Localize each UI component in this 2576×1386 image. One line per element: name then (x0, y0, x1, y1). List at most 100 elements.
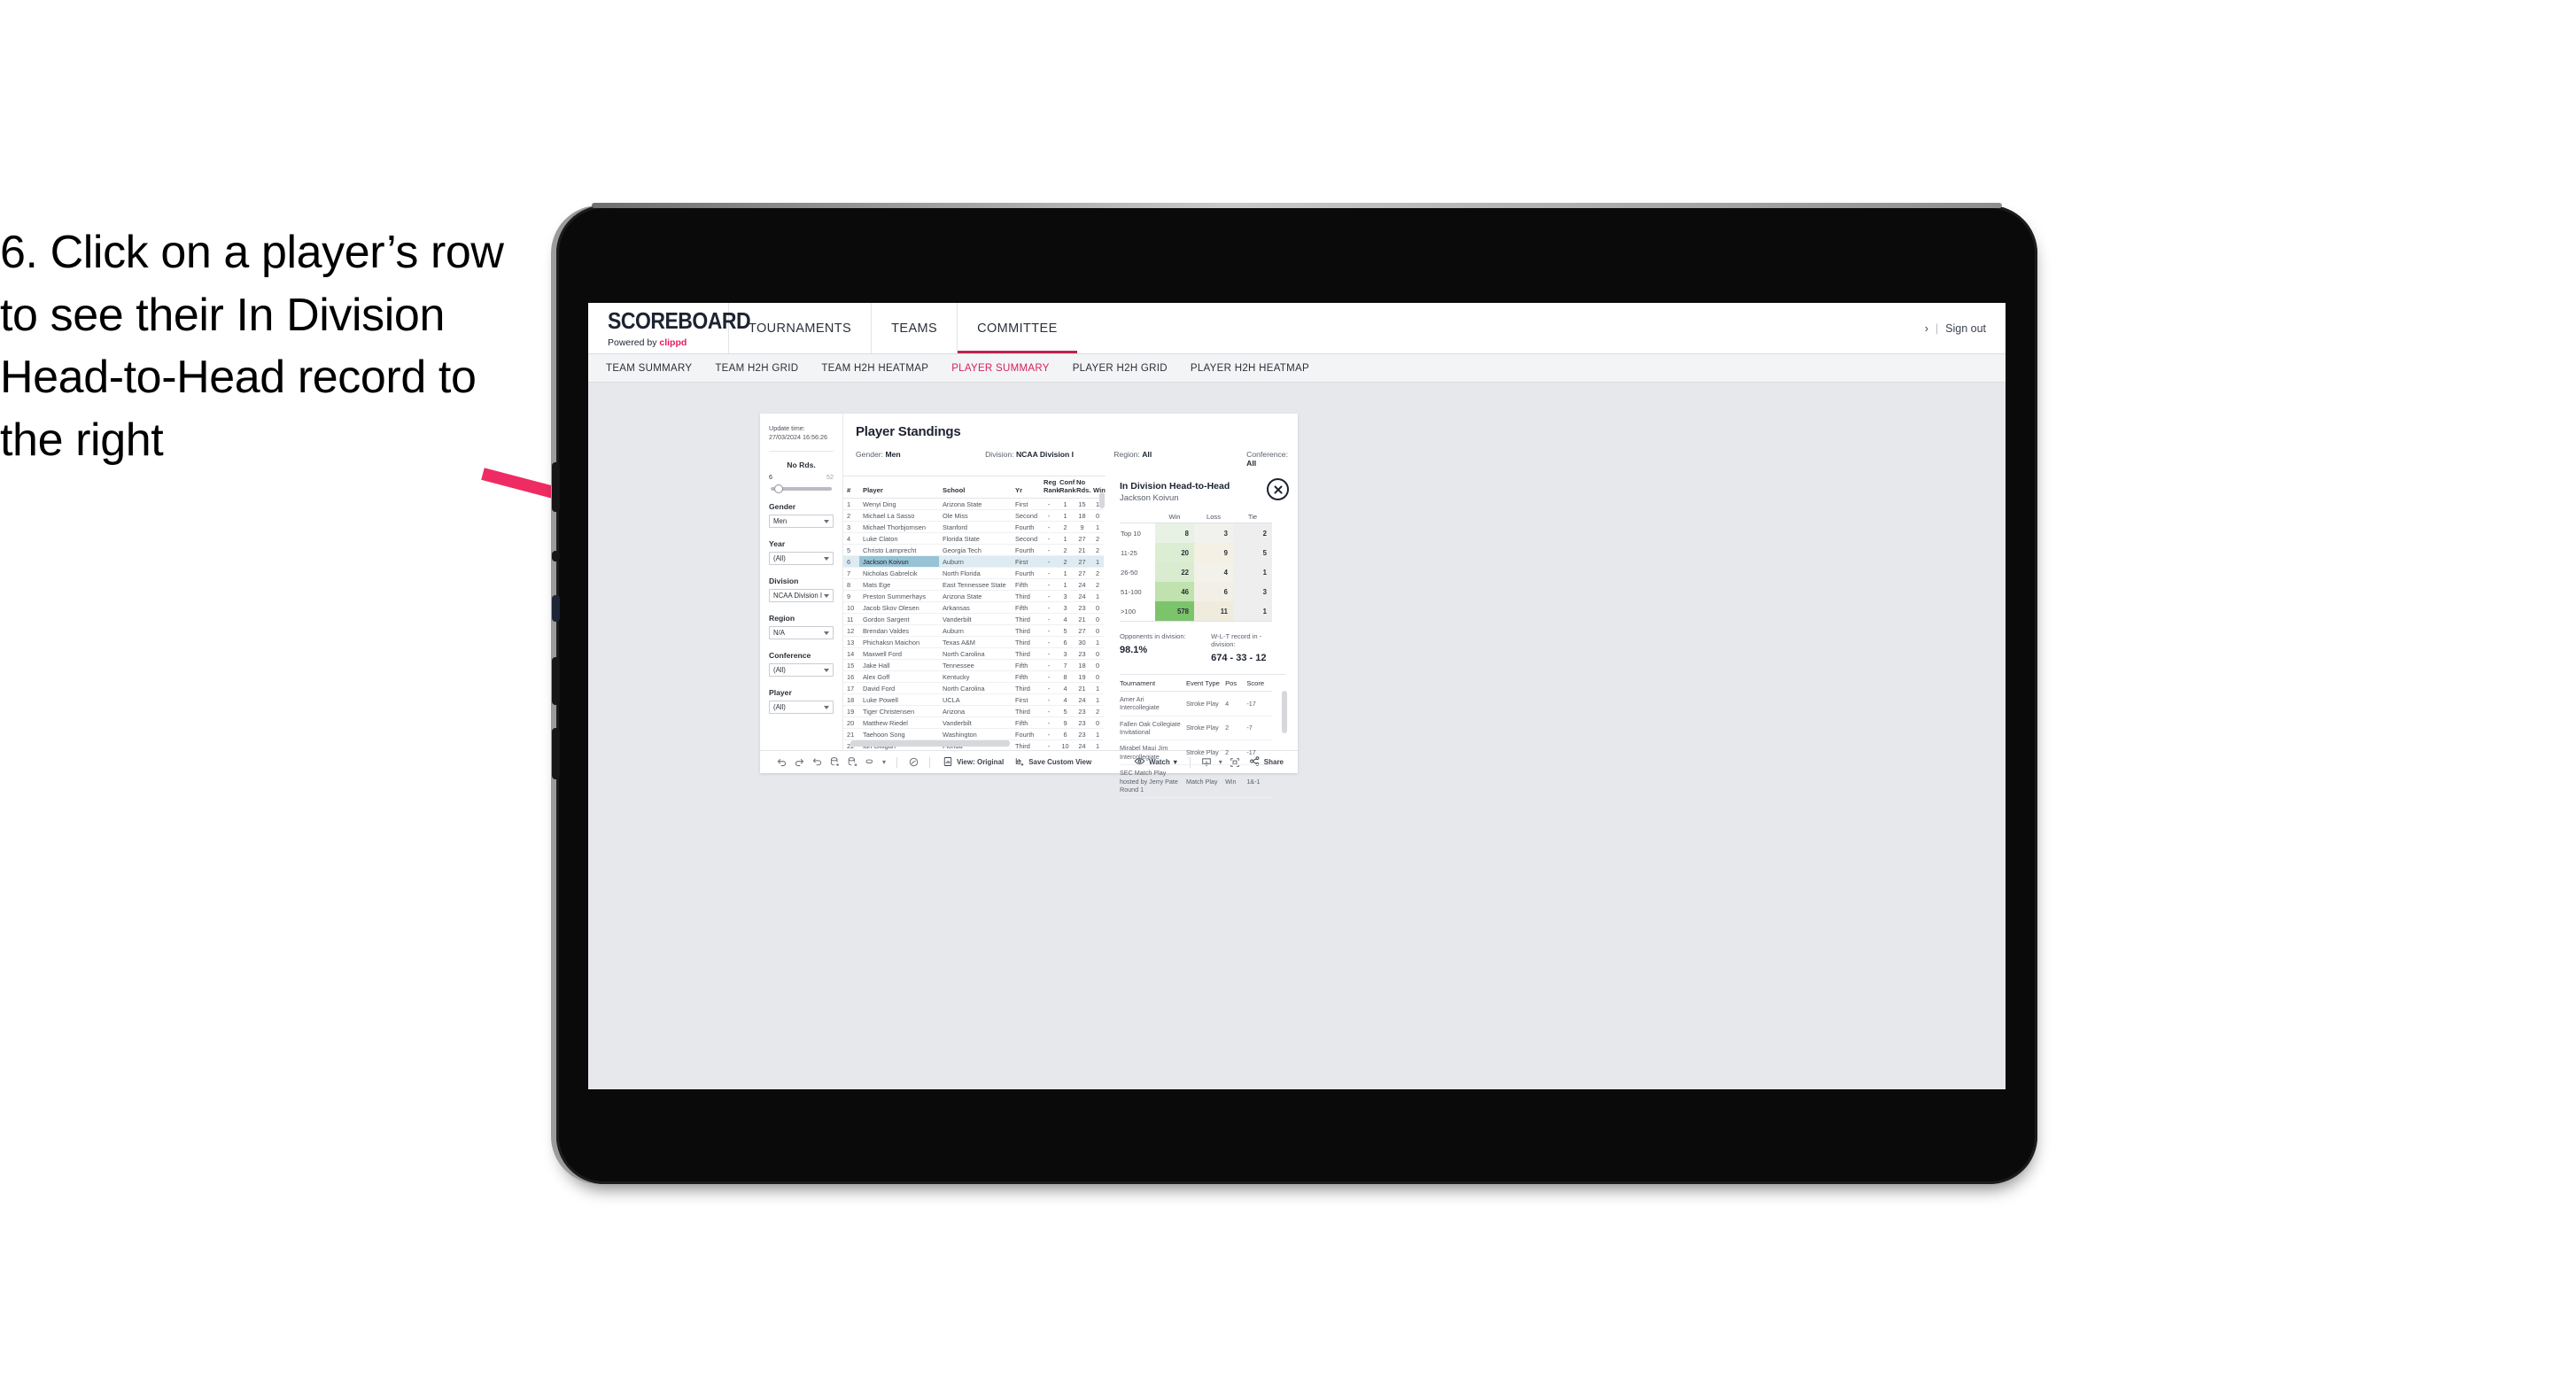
tournament-row[interactable]: SEC Match Play hosted by Jerry Pate Roun… (1120, 764, 1272, 799)
col-player[interactable]: Player (859, 476, 939, 499)
close-circle-icon[interactable] (1267, 478, 1289, 500)
tab-team-h2h-heatmap[interactable]: TEAM H2H HEATMAP (821, 363, 928, 374)
tab-player-summary[interactable]: PLAYER SUMMARY (951, 363, 1050, 374)
heatmap-cell-loss[interactable]: 9 (1194, 543, 1233, 562)
sign-out-link[interactable]: Sign out (1945, 322, 1986, 335)
app-logo[interactable]: SCOREBOARD Powered by clippd (588, 303, 751, 353)
table-row[interactable]: 5 Christo Lamprecht Georgia Tech Fourth -2 21… (843, 544, 1104, 557)
heatmap-cell-tie[interactable]: 3 (1233, 582, 1272, 601)
heatmap-cell-tie[interactable]: 1 (1233, 562, 1272, 582)
heatmap-cell-win[interactable]: 20 (1155, 543, 1194, 562)
tournament-row[interactable]: Amer Ari Intercollegiate Stroke Play 4 -17 (1120, 691, 1272, 716)
table-row[interactable]: 17 David Ford North Carolina Third -4 21 1 (843, 682, 1104, 695)
player-year: Fifth (1012, 601, 1040, 615)
player-wins: 2 (1090, 532, 1104, 546)
tab-team-summary[interactable]: TEAM SUMMARY (606, 363, 692, 374)
heatmap-cell-tie[interactable]: 5 (1233, 543, 1272, 562)
tab-player-h2h-heatmap[interactable]: PLAYER H2H HEATMAP (1191, 363, 1309, 374)
heatmap-cell-win[interactable]: 22 (1155, 562, 1194, 582)
col-reg-rank[interactable]: Reg Rank (1040, 476, 1060, 499)
table-row[interactable]: 3 Michael Thorbjornsen Stanford Fourth -2 9 1 (843, 521, 1104, 534)
col-year[interactable]: Yr (1012, 476, 1040, 499)
tournament-row[interactable]: Fallen Oak Collegiate Invitational Stroke… (1120, 716, 1272, 741)
table-row[interactable]: 21 Taehoon Song Washington Fourth -6 23 1 (843, 728, 1104, 741)
filter-gender-select[interactable]: Men (769, 515, 834, 529)
filter-region: Region N/A (769, 614, 834, 640)
player-conf-rank: 3 (1056, 590, 1073, 603)
device-button-3[interactable] (552, 657, 560, 705)
tournament-pos: Win (1225, 764, 1247, 799)
heatmap-cell-win[interactable]: 8 (1155, 523, 1194, 543)
tournament-scrollbar[interactable] (1282, 691, 1287, 733)
tournament-row[interactable]: Mirabel Maui Jim Intercollegiate Stroke P… (1120, 739, 1272, 766)
device-button-2[interactable] (552, 551, 560, 561)
revert-icon[interactable] (808, 754, 826, 771)
col-rank[interactable]: # (843, 476, 859, 499)
col-pos[interactable]: Pos (1225, 678, 1247, 692)
col-school[interactable]: School (939, 476, 1012, 499)
table-header: # Player School Yr Reg Rank Conf Rank No Rd… (843, 476, 1106, 499)
player-wins: 1 (1090, 555, 1104, 569)
heatmap-cell-loss[interactable]: 3 (1194, 523, 1233, 543)
filter-year-select[interactable]: (All) (769, 552, 834, 566)
heatmap-cell-win[interactable]: 578 (1155, 601, 1194, 622)
table-row[interactable]: 8 Mats Ege East Tennessee State Fifth -1 24 2 (843, 578, 1104, 592)
nav-committee[interactable]: COMMITTEE (957, 303, 1077, 353)
table-row[interactable]: 9 Preston Summerhays Arizona State Third -3 2… (843, 590, 1104, 603)
col-event-type[interactable]: Event Type (1185, 678, 1226, 692)
account-caret-icon[interactable]: › (1925, 322, 1928, 335)
table-horizontal-scrollbar[interactable] (850, 740, 1010, 747)
table-row[interactable]: 1 Wenyi Ding Arizona State First -1 15 1 (843, 498, 1104, 511)
alerts-icon[interactable] (904, 754, 922, 771)
table-row[interactable]: 14 Maxwell Ford North Carolina Third -3 23 0 (843, 647, 1104, 661)
heatmap-cell-win[interactable]: 46 (1155, 582, 1194, 601)
heatmap-cell-tie[interactable]: 2 (1233, 523, 1272, 543)
player-no-rounds: 23 (1073, 728, 1090, 741)
filter-region-select[interactable]: N/A (769, 626, 834, 640)
table-row[interactable]: 6 Jackson Koivun Auburn First -2 27 1 (843, 555, 1104, 569)
table-row[interactable]: 20 Matthew Riedel Vanderbilt Fifth -9 23 0 (843, 716, 1104, 730)
heatmap-cell-loss[interactable]: 6 (1194, 582, 1233, 601)
heatmap-cell-loss[interactable]: 4 (1194, 562, 1233, 582)
view-original-button[interactable]: View: Original (937, 756, 1009, 769)
refresh-icon[interactable] (826, 754, 843, 771)
nav-teams[interactable]: TEAMS (871, 303, 957, 353)
filter-player-select[interactable]: (All) (769, 701, 834, 715)
filter-division-select[interactable]: NCAA Division I (769, 589, 834, 603)
logo-sub-prefix: Powered by (608, 337, 660, 348)
heatmap-cell-tie[interactable]: 1 (1233, 601, 1272, 622)
no-rounds-slider[interactable] (771, 484, 832, 494)
table-row[interactable]: 19 Tiger Christensen Arizona Third -5 23 2 (843, 705, 1104, 718)
player-school: North Carolina (939, 682, 1012, 695)
table-row[interactable]: 4 Luke Claton Florida State Second -1 27 2 (843, 532, 1104, 546)
summary-conference-label: Conference: (1246, 450, 1288, 459)
device-button-1[interactable] (552, 462, 560, 512)
tab-player-h2h-grid[interactable]: PLAYER H2H GRID (1073, 363, 1168, 374)
save-custom-view-button[interactable]: Save Custom View (1009, 756, 1097, 769)
table-row[interactable]: 7 Nicholas Gabrelcik North Florida Fourth -1… (843, 567, 1104, 580)
slider-handle[interactable] (774, 484, 783, 494)
table-row[interactable]: 12 Brendan Valdes Auburn Third -5 27 0 (843, 624, 1104, 638)
dashboard-icon[interactable] (861, 754, 879, 771)
pause-icon[interactable] (843, 754, 861, 771)
table-row[interactable]: 10 Jacob Skov Olesen Arkansas Fifth -3 23 0 (843, 601, 1104, 615)
filter-conference-select[interactable]: (All) (769, 663, 834, 678)
dashboard-caret-icon[interactable]: ▾ (879, 754, 889, 771)
table-row[interactable]: 13 Phichaksn Maichon Texas A&M Third -6 30 1 (843, 636, 1104, 649)
undo-icon[interactable] (772, 754, 790, 771)
table-row[interactable]: 15 Jake Hall Tennessee Fifth -7 18 0 (843, 659, 1104, 672)
table-row[interactable]: 2 Michael La Sasso Ole Miss Second -1 18 0 (843, 509, 1104, 523)
col-tournament[interactable]: Tournament (1120, 678, 1186, 692)
player-school: North Carolina (939, 647, 1012, 661)
player-wins: 1 (1090, 590, 1104, 603)
redo-icon[interactable] (790, 754, 808, 771)
table-vertical-scrollbar[interactable] (1099, 492, 1105, 508)
table-row[interactable]: 11 Gordon Sargent Vanderbilt Third -4 21 0 (843, 613, 1104, 626)
device-button-4[interactable] (552, 728, 560, 779)
table-row[interactable]: 18 Luke Powell UCLA First -4 24 1 (843, 693, 1104, 707)
heatmap-cell-loss[interactable]: 11 (1194, 601, 1233, 622)
tab-team-h2h-grid[interactable]: TEAM H2H GRID (715, 363, 798, 374)
col-score[interactable]: Score (1246, 678, 1272, 692)
player-school: Vanderbilt (939, 716, 1012, 730)
table-row[interactable]: 16 Alex Goff Kentucky Fifth -8 19 0 (843, 670, 1104, 684)
